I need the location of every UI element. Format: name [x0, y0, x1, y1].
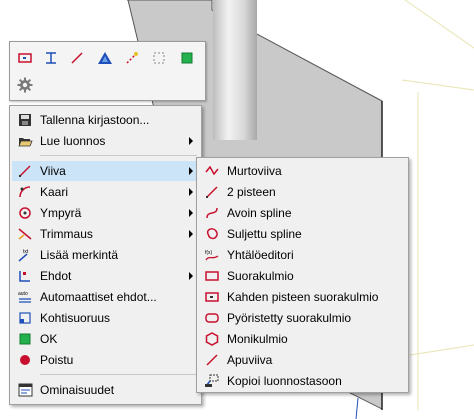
save-icon: [14, 110, 36, 130]
triangle-icon: [98, 52, 112, 64]
triangle-tool-button[interactable]: [94, 48, 116, 68]
trim-icon: [14, 224, 36, 244]
rounded-rectangle-icon: [201, 308, 223, 328]
menu-item-ok[interactable]: OK: [12, 329, 199, 349]
menu-item-save-to-library[interactable]: Tallenna kirjastoon...: [12, 110, 199, 130]
submenu-arrow-icon: [189, 272, 193, 280]
submenu-item-two-point-rectangle[interactable]: Kahden pisteen suorakulmio: [199, 287, 406, 307]
menu-item-add-annotation[interactable]: txt Lisää merkintä: [12, 245, 199, 265]
menu-item-auto-constraints[interactable]: auto Automaattiset ehdot...: [12, 287, 199, 307]
construction-icon: [126, 52, 138, 64]
ok-tool-button[interactable]: [176, 48, 198, 68]
menu-item-exit[interactable]: Poistu: [12, 350, 199, 370]
settings-tool-button[interactable]: [14, 75, 36, 95]
svg-text:f(x): f(x): [205, 250, 213, 256]
submenu-arrow-icon: [189, 209, 193, 217]
submenu-item-construction-line[interactable]: Apuviiva: [199, 350, 406, 370]
submenu-arrow-icon: [189, 167, 193, 175]
properties-icon: [14, 380, 36, 400]
rectangle-tool-button[interactable]: [14, 48, 36, 68]
svg-text:auto: auto: [18, 291, 28, 297]
circle-icon: [14, 203, 36, 223]
closed-spline-icon: [201, 224, 223, 244]
submenu-arrow-icon: [189, 188, 193, 196]
copy-to-sketch-icon: [201, 371, 223, 391]
rectangle-icon: [201, 266, 223, 286]
menu-item-trim[interactable]: Trimmaus: [12, 224, 199, 244]
submenu-arrow-icon: [189, 137, 193, 145]
two-point-line-icon: [201, 182, 223, 202]
menu-item-properties[interactable]: Ominaisuudet: [12, 380, 199, 400]
line-icon: [71, 52, 83, 64]
submenu-arrow-icon: [189, 230, 193, 238]
context-menu: Tallenna kirjastoon... Lue luonnos Viiva…: [9, 105, 202, 405]
submenu-item-copy-to-sketch[interactable]: Kopioi luonnostasoon: [199, 371, 406, 391]
menu-item-constraints[interactable]: Ehdot: [12, 266, 199, 286]
exit-icon: [14, 350, 36, 370]
dashed-rect-icon: [153, 52, 165, 64]
text-tool-button[interactable]: [40, 48, 62, 68]
menu-item-read-sketch[interactable]: Lue luonnos: [12, 131, 199, 151]
perpendicular-icon: [14, 308, 36, 328]
submenu-item-equation-editor[interactable]: f(x) Yhtälöeditori: [199, 245, 406, 265]
rectangle-icon: [18, 53, 32, 63]
constraints-icon: [14, 266, 36, 286]
sketch-plane-guides: [401, 0, 474, 410]
open-folder-icon: [14, 131, 36, 151]
submenu-item-rounded-rectangle[interactable]: Pyöristetty suorakulmio: [199, 308, 406, 328]
menu-item-line[interactable]: Viiva: [12, 161, 199, 181]
auto-constraints-icon: auto: [14, 287, 36, 307]
two-point-rectangle-icon: [201, 287, 223, 307]
text-icon: [46, 52, 56, 64]
menu-separator: [40, 155, 197, 156]
polyline-icon: [201, 161, 223, 181]
annotation-icon: txt: [14, 245, 36, 265]
menu-item-arc[interactable]: Kaari: [12, 182, 199, 202]
menu-separator: [40, 374, 197, 375]
ok-icon: [14, 329, 36, 349]
submenu-item-polygon[interactable]: Monikulmio: [199, 329, 406, 349]
polygon-icon: [201, 329, 223, 349]
submenu-item-closed-spline[interactable]: Suljettu spline: [199, 224, 406, 244]
dashed-rect-tool-button[interactable]: [148, 48, 170, 68]
construction-line-icon: [201, 350, 223, 370]
equation-editor-icon: f(x): [201, 245, 223, 265]
submenu-item-rectangle[interactable]: Suorakulmio: [199, 266, 406, 286]
mini-toolbar: [9, 41, 206, 101]
line-submenu: Murtoviiva 2 pisteen Avoin spline Suljet…: [196, 157, 409, 393]
gear-icon: [17, 77, 33, 93]
line-icon: [14, 161, 36, 181]
line-tool-button[interactable]: [66, 48, 88, 68]
open-spline-icon: [201, 203, 223, 223]
cylinder: [213, 0, 257, 140]
submenu-item-open-spline[interactable]: Avoin spline: [199, 203, 406, 223]
arc-icon: [14, 182, 36, 202]
green-square-icon: [181, 52, 193, 64]
construction-tool-button[interactable]: [121, 48, 143, 68]
menu-item-circle[interactable]: Ympyrä: [12, 203, 199, 223]
menu-item-perpendicular[interactable]: Kohtisuoruus: [12, 308, 199, 328]
submenu-item-two-point-line[interactable]: 2 pisteen: [199, 182, 406, 202]
submenu-item-polyline[interactable]: Murtoviiva: [199, 161, 406, 181]
